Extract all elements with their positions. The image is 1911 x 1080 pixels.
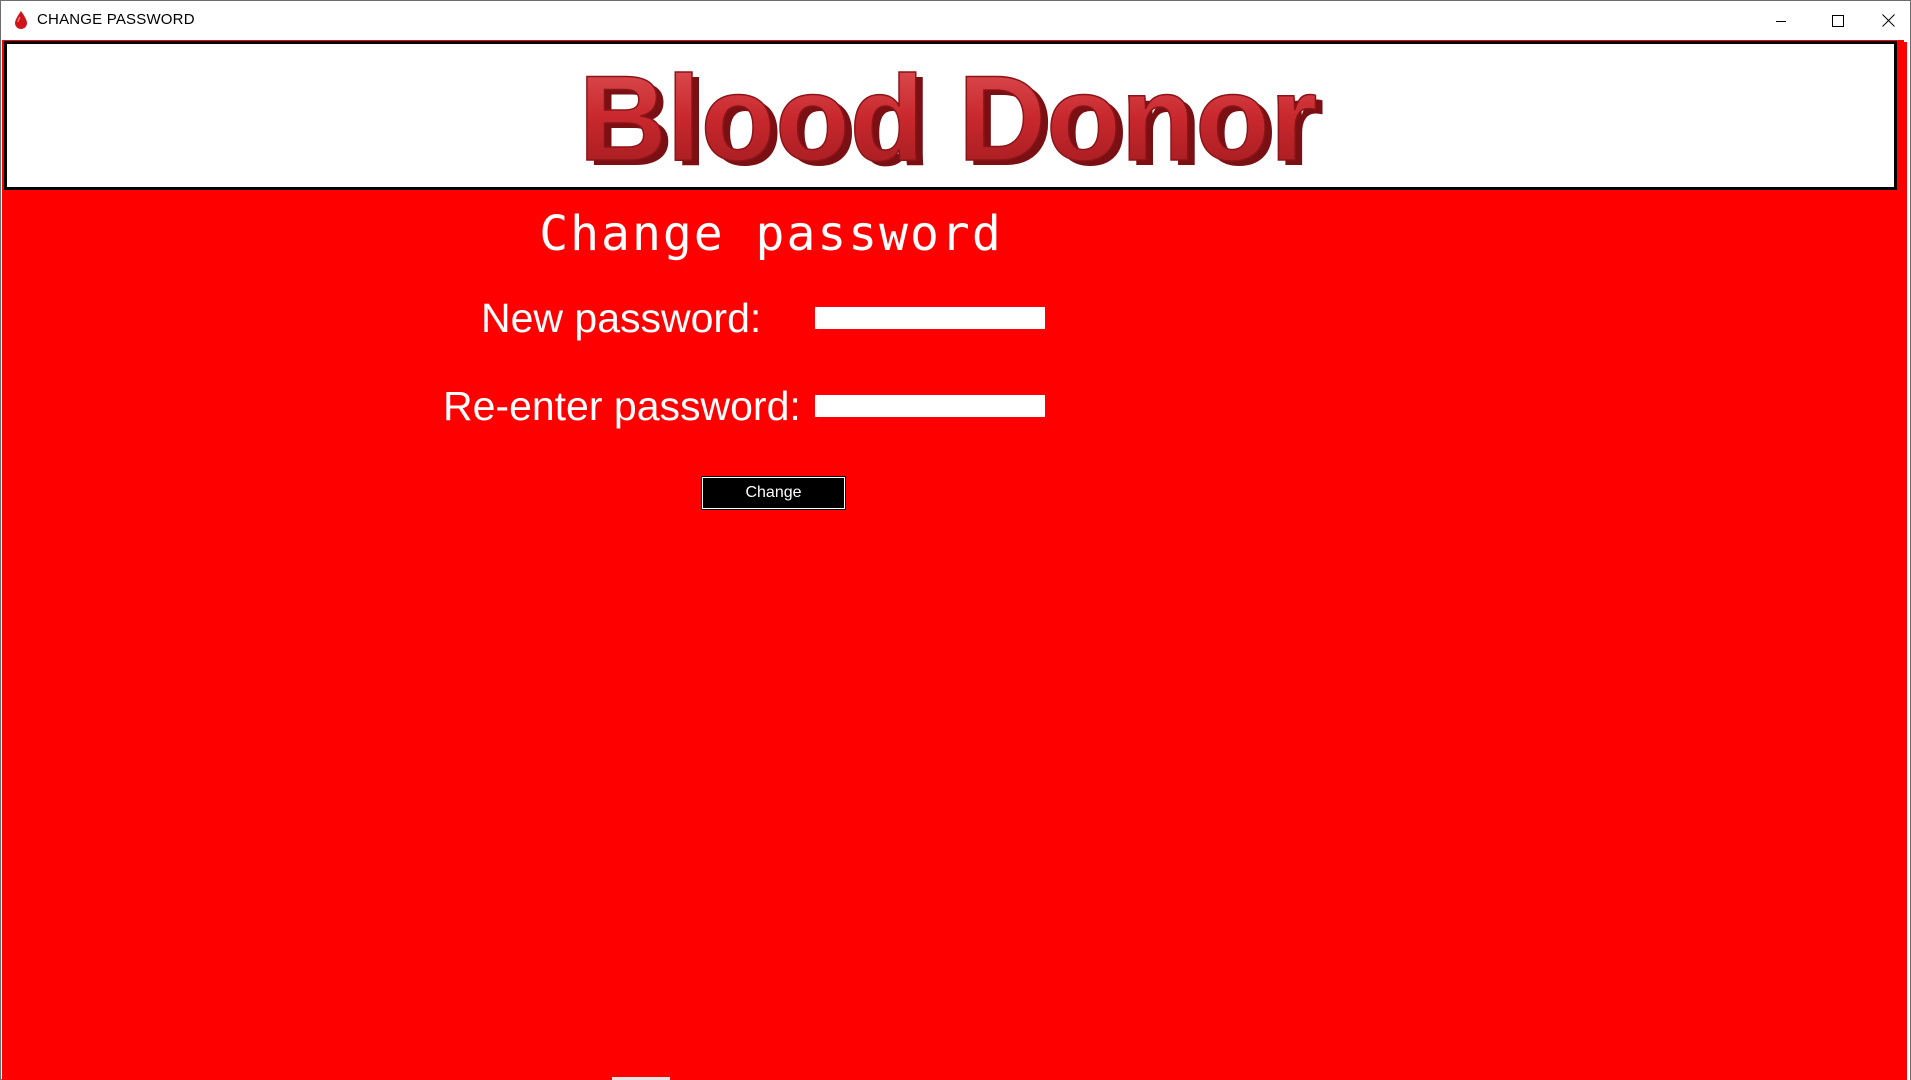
new-password-label: New password: — [481, 295, 762, 341]
window-title: CHANGE PASSWORD — [37, 11, 195, 28]
reenter-password-input[interactable] — [815, 395, 1045, 417]
maximize-icon — [1831, 14, 1844, 27]
title-bar[interactable]: CHANGE PASSWORD — [1, 1, 1910, 40]
new-password-input[interactable] — [815, 307, 1045, 329]
form-background — [2, 40, 1904, 1080]
minimize-button[interactable] — [1752, 1, 1809, 40]
minimize-icon — [1775, 20, 1786, 22]
close-icon — [1881, 14, 1895, 27]
change-password-window: CHANGE PASSWORD Blood Donor Blood Donor … — [0, 0, 1911, 1080]
page-heading: Change password — [539, 206, 1003, 262]
window-right-edge — [1904, 40, 1910, 1080]
close-button[interactable] — [1866, 1, 1910, 40]
logo-text: Blood Donor — [579, 50, 1318, 186]
maximize-button[interactable] — [1809, 1, 1866, 40]
blood-donor-logo: Blood Donor Blood Donor — [578, 49, 1324, 187]
reenter-password-label: Re-enter password: — [443, 383, 801, 429]
change-button[interactable]: Change — [701, 476, 846, 510]
header-banner: Blood Donor Blood Donor — [4, 41, 1897, 190]
blood-drop-icon — [15, 11, 27, 29]
